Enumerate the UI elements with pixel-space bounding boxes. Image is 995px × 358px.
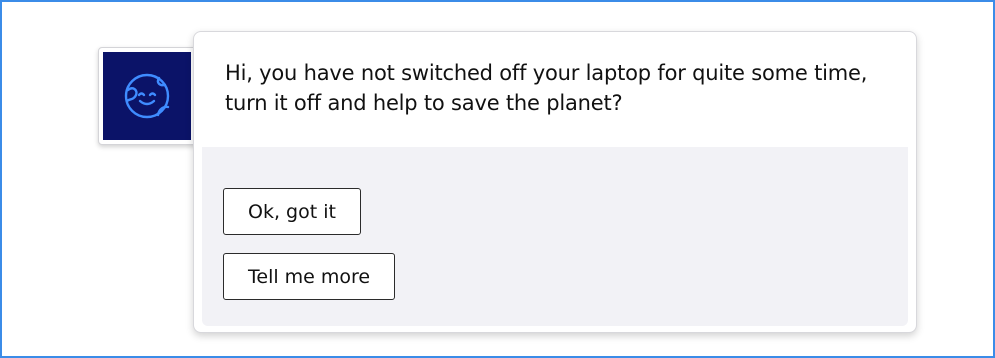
actions-panel: Ok, got it Tell me more — [202, 147, 908, 326]
notification-frame: Hi, you have not switched off your lapto… — [0, 0, 995, 358]
chat-bubble: Hi, you have not switched off your lapto… — [193, 31, 917, 333]
ok-got-it-button[interactable]: Ok, got it — [223, 188, 361, 235]
notification-message: Hi, you have not switched off your lapto… — [225, 61, 868, 115]
avatar — [103, 52, 191, 140]
tell-me-more-button[interactable]: Tell me more — [223, 253, 396, 300]
smiling-globe-icon — [124, 73, 170, 119]
avatar-card — [98, 47, 202, 145]
